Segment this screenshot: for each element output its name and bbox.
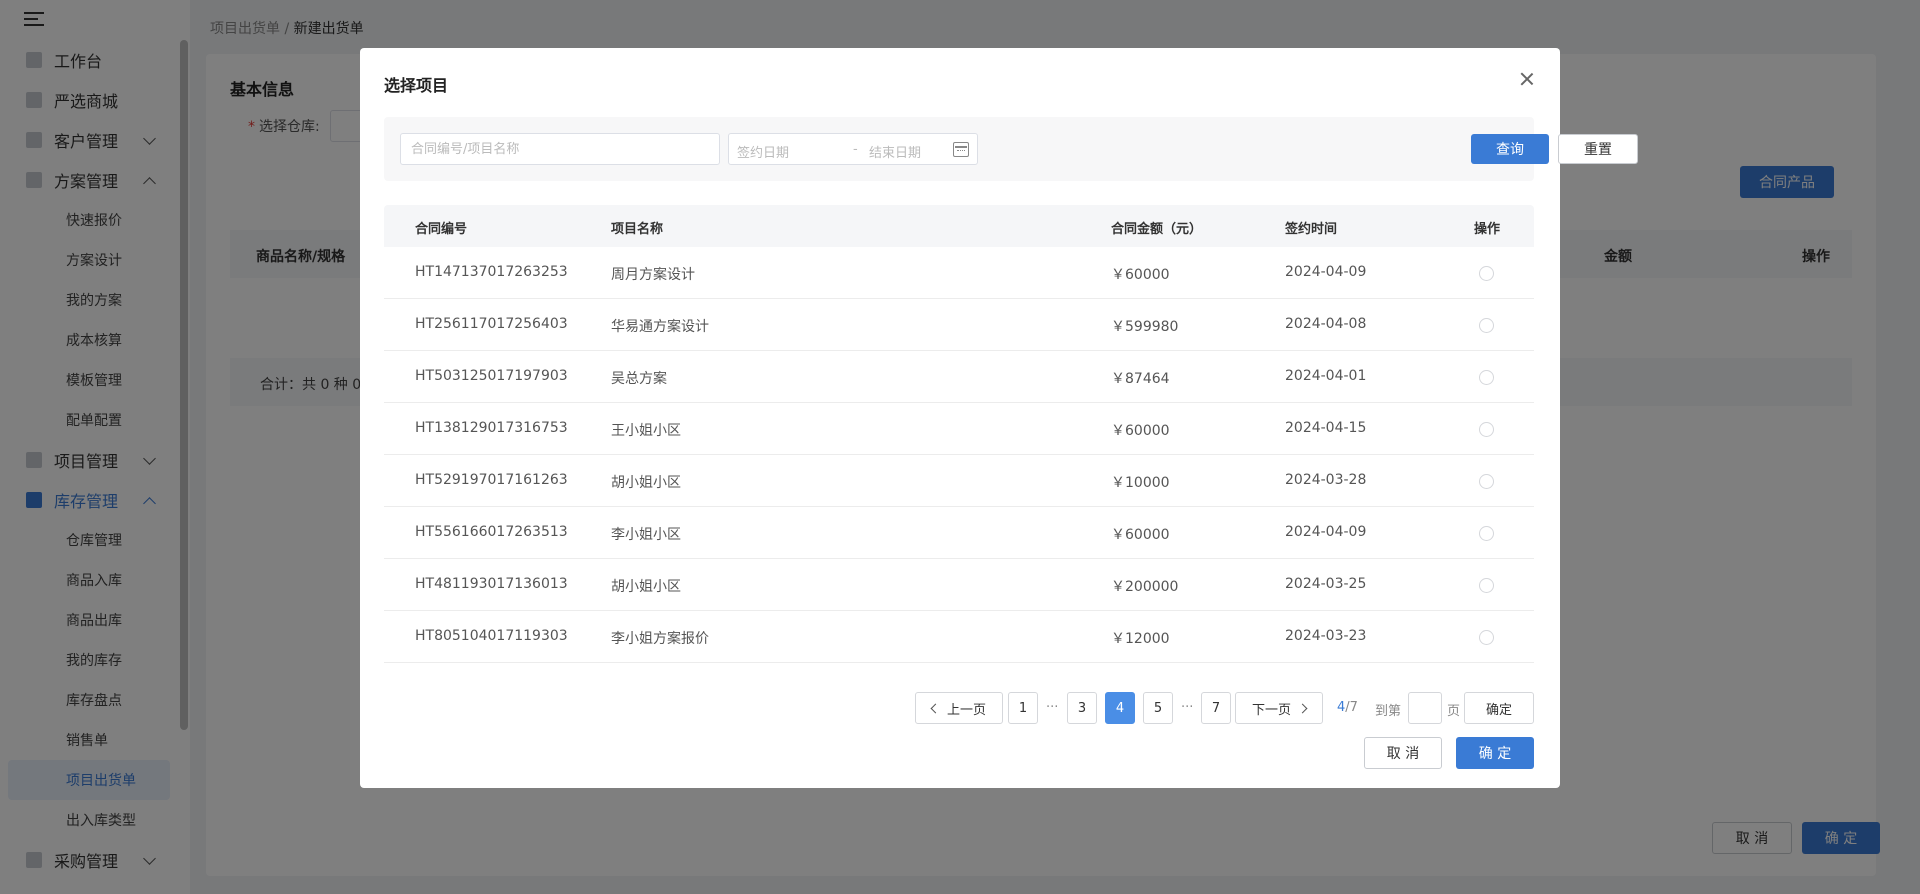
calendar-icon — [953, 142, 969, 157]
goto-confirm-button[interactable]: 确定 — [1464, 692, 1534, 724]
project-name: 李小姐方案报价 — [611, 631, 709, 647]
contract-code: HT556166017263513 — [415, 524, 568, 540]
sign-date: 2024-04-15 — [1285, 420, 1367, 436]
table-row[interactable]: HT256117017256403 华易通方案设计 ￥599980 2024-0… — [384, 299, 1534, 351]
goto-label: 到第 — [1375, 704, 1402, 719]
sign-date: 2024-04-08 — [1285, 316, 1367, 332]
contract-amount: ￥10000 — [1111, 475, 1170, 491]
table-header: 合同编号 项目名称 合同金额（元） 签约时间 操作 — [384, 205, 1534, 247]
date-range-picker[interactable]: 签约日期 - 结束日期 — [728, 133, 978, 165]
project-name: 李小姐小区 — [611, 527, 681, 543]
row-radio[interactable] — [1479, 318, 1494, 333]
project-table: 合同编号 项目名称 合同金额（元） 签约时间 操作 HT147137017263… — [384, 205, 1534, 663]
modal-cancel-button[interactable]: 取 消 — [1364, 737, 1442, 769]
filter-bar: 签约日期 - 结束日期 查询 重置 — [384, 117, 1638, 181]
contract-amount: ￥200000 — [1111, 579, 1179, 595]
row-radio[interactable] — [1479, 266, 1494, 281]
page-5-button[interactable]: 5 — [1143, 692, 1173, 724]
page-7-button[interactable]: 7 — [1201, 692, 1231, 724]
table-row[interactable]: HT147137017263253 周月方案设计 ￥60000 2024-04-… — [384, 247, 1534, 299]
row-radio[interactable] — [1479, 578, 1494, 593]
reset-button[interactable]: 重置 — [1558, 134, 1638, 164]
page-unit-label: 页 — [1447, 704, 1461, 719]
contract-code: HT481193017136013 — [415, 576, 568, 592]
contract-code: HT147137017263253 — [415, 264, 568, 280]
project-name: 吴总方案 — [611, 371, 667, 387]
sign-date: 2024-04-01 — [1285, 368, 1367, 384]
row-radio[interactable] — [1479, 630, 1494, 645]
prev-page-button[interactable]: 上一页 — [915, 692, 1003, 724]
table-row[interactable]: HT805104017119303 李小姐方案报价 ￥12000 2024-03… — [384, 611, 1534, 663]
contract-amount: ￥87464 — [1111, 371, 1170, 387]
col-project-name: 项目名称 — [611, 222, 664, 237]
table-row[interactable]: HT503125017197903 吴总方案 ￥87464 2024-04-01 — [384, 351, 1534, 403]
chevron-right-icon — [1297, 703, 1308, 713]
page-4-button[interactable]: 4 — [1105, 692, 1135, 724]
date-separator: - — [853, 142, 858, 157]
search-input[interactable] — [400, 133, 720, 165]
page-indicator: 4/7 — [1337, 700, 1358, 715]
row-radio[interactable] — [1479, 474, 1494, 489]
date-start-placeholder: 签约日期 — [737, 146, 790, 161]
query-button[interactable]: 查询 — [1471, 134, 1549, 164]
sign-date: 2024-03-23 — [1285, 628, 1367, 644]
page-1-button[interactable]: 1 — [1008, 692, 1038, 724]
contract-code: HT503125017197903 — [415, 368, 568, 384]
contract-amount: ￥60000 — [1111, 423, 1170, 439]
table-row[interactable]: HT481193017136013 胡小姐小区 ￥200000 2024-03-… — [384, 559, 1534, 611]
contract-code: HT256117017256403 — [415, 316, 568, 332]
contract-code: HT805104017119303 — [415, 628, 568, 644]
table-row[interactable]: HT529197017161263 胡小姐小区 ￥10000 2024-03-2… — [384, 455, 1534, 507]
sign-date: 2024-04-09 — [1285, 524, 1367, 540]
close-icon[interactable] — [1518, 70, 1536, 88]
modal-confirm-button[interactable]: 确 定 — [1456, 737, 1534, 769]
col-sign-date: 签约时间 — [1285, 222, 1338, 237]
row-radio[interactable] — [1479, 526, 1494, 541]
select-project-modal: 选择项目 签约日期 - 结束日期 查询 重置 合同编号 项目名称 合同金额（元）… — [360, 48, 1638, 788]
project-name: 胡小姐小区 — [611, 579, 681, 595]
contract-code: HT529197017161263 — [415, 472, 568, 488]
modal-title: 选择项目 — [384, 76, 449, 95]
col-contract-code: 合同编号 — [415, 222, 468, 237]
row-radio[interactable] — [1479, 422, 1494, 437]
contract-amount: ￥60000 — [1111, 267, 1170, 283]
next-page-button[interactable]: 下一页 — [1235, 692, 1323, 724]
contract-code: HT138129017316753 — [415, 420, 568, 436]
project-name: 华易通方案设计 — [611, 319, 709, 335]
sign-date: 2024-03-28 — [1285, 472, 1367, 488]
chevron-left-icon — [930, 703, 941, 713]
contract-amount: ￥60000 — [1111, 527, 1170, 543]
col-operation: 操作 — [1474, 222, 1501, 237]
table-row[interactable]: HT556166017263513 李小姐小区 ￥60000 2024-04-0… — [384, 507, 1534, 559]
contract-amount: ￥12000 — [1111, 631, 1170, 647]
project-name: 王小姐小区 — [611, 423, 681, 439]
page-3-button[interactable]: 3 — [1067, 692, 1097, 724]
col-contract-amount: 合同金额（元） — [1111, 222, 1203, 237]
goto-page-input[interactable] — [1408, 692, 1442, 724]
project-name: 胡小姐小区 — [611, 475, 681, 491]
contract-amount: ￥599980 — [1111, 319, 1179, 335]
pager-ellipsis[interactable]: ··· — [1181, 700, 1193, 715]
row-radio[interactable] — [1479, 370, 1494, 385]
project-name: 周月方案设计 — [611, 267, 695, 283]
table-row[interactable]: HT138129017316753 王小姐小区 ￥60000 2024-04-1… — [384, 403, 1534, 455]
date-end-placeholder: 结束日期 — [869, 146, 922, 161]
pager-ellipsis[interactable]: ··· — [1046, 700, 1058, 715]
sign-date: 2024-03-25 — [1285, 576, 1367, 592]
sign-date: 2024-04-09 — [1285, 264, 1367, 280]
